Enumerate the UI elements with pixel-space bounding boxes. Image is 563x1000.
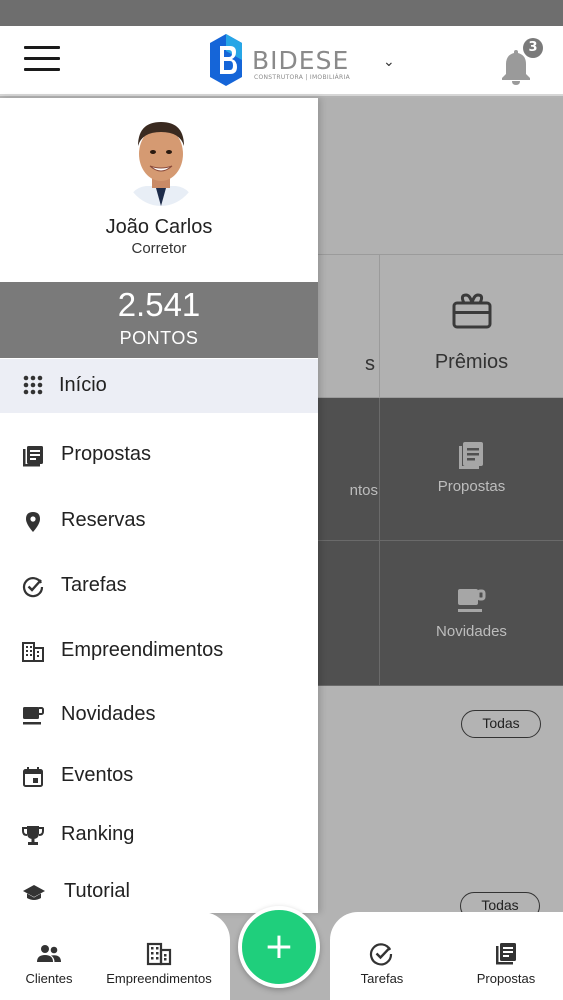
grid-icon [23, 375, 43, 395]
gift-card-icon [452, 293, 492, 329]
menu-item-label: Início [59, 374, 107, 396]
menu-item-inicio[interactable]: Início [0, 359, 318, 413]
user-profile: João Carlos Corretor [0, 98, 318, 282]
bottom-nav-left: Clientes Empreendimentos [0, 912, 230, 1000]
bottom-nav-clientes[interactable]: Clientes [8, 912, 90, 1000]
menu-hamburger-button[interactable] [24, 46, 60, 72]
tile-premios-label: Prêmios [434, 351, 509, 373]
bottom-nav-label: Clientes [25, 971, 73, 986]
coffee-cup-icon [23, 707, 44, 725]
dashboard-banner [318, 98, 563, 255]
dashboard-tile-premios[interactable]: Prêmios [380, 255, 563, 398]
calendar-icon [23, 767, 43, 787]
notification-count-badge: 3 [523, 38, 543, 58]
coffee-cup-icon [458, 589, 486, 612]
list-icon [459, 442, 483, 469]
add-button[interactable]: + [238, 906, 320, 988]
dashboard-tile-propostas[interactable]: Propostas [380, 398, 563, 541]
tile-propostas-label: Propostas [437, 478, 506, 495]
bottom-nav-right: Tarefas Propostas [330, 912, 563, 1000]
app-header: BIDESE CONSTRUTORA | IMOBILIÁRIA ⌄ 3 [0, 26, 563, 96]
location-pin-icon [26, 512, 40, 532]
menu-item-label: Ranking [61, 823, 135, 845]
dashboard-tile-2[interactable]: ntos [318, 398, 380, 541]
bottom-nav-propostas[interactable]: Propostas [464, 912, 548, 1000]
menu-item-label: Novidades [61, 703, 156, 725]
bottom-nav-tarefas[interactable]: Tarefas [340, 912, 424, 1000]
menu-item-label: Reservas [61, 509, 146, 531]
user-name: João Carlos [105, 216, 213, 238]
people-icon [37, 945, 61, 962]
tile-novidades-label: Novidades [436, 623, 507, 640]
brand-tagline: CONSTRUTORA | IMOBILIÁRIA [254, 74, 351, 81]
trophy-icon [22, 826, 44, 845]
building-icon [146, 942, 172, 966]
menu-item-ranking[interactable]: Ranking [0, 809, 318, 863]
bottom-nav-label: Empreendimentos [106, 971, 212, 986]
plus-icon: + [263, 926, 295, 967]
points-value: 2.541 [117, 286, 201, 323]
graduation-cap-icon [23, 885, 45, 900]
bottom-nav-empreendimentos[interactable]: Empreendimentos [100, 912, 218, 1000]
user-role: Corretor [131, 240, 187, 257]
menu-item-propostas[interactable]: Propostas [0, 429, 318, 483]
points-panel: 2.541 PONTOS [0, 282, 318, 358]
dashboard-tile-3[interactable] [318, 541, 380, 686]
menu-item-empreendimentos[interactable]: Empreendimentos [0, 625, 318, 679]
chevron-down-icon[interactable]: ⌄ [383, 54, 395, 70]
check-circle-icon [22, 577, 44, 598]
bottom-nav-label: Propostas [476, 971, 536, 986]
list-icon [23, 446, 43, 467]
status-bar [0, 0, 563, 26]
menu-item-tarefas[interactable]: Tarefas [0, 560, 318, 614]
menu-item-label: Propostas [61, 443, 152, 465]
brand-logo: BIDESE CONSTRUTORA | IMOBILIÁRIA [206, 32, 366, 90]
dashboard-tile-1[interactable]: s [318, 255, 380, 398]
logo-mark-icon [210, 34, 242, 86]
dashboard-background: s Prêmios ntos Propostas Novidades Todas… [318, 98, 563, 920]
bottom-nav-label: Tarefas [360, 971, 404, 986]
navigation-drawer: João Carlos Corretor 2.541 PONTOS Início… [0, 98, 318, 913]
menu-item-novidades[interactable]: Novidades [0, 689, 318, 743]
check-circle-icon [369, 943, 393, 966]
menu-item-label: Tarefas [61, 574, 127, 596]
tile-1-label: s [365, 353, 375, 375]
building-icon [22, 642, 44, 662]
avatar[interactable] [122, 114, 200, 206]
list-icon [496, 943, 516, 965]
brand-name: BIDESE [252, 46, 350, 75]
menu-item-label: Tutorial [64, 880, 130, 902]
menu-item-eventos[interactable]: Eventos [0, 750, 318, 804]
menu-item-label: Eventos [61, 764, 134, 786]
dashboard-tile-novidades[interactable]: Novidades [380, 541, 563, 686]
todas-button[interactable]: Todas [461, 710, 541, 738]
points-label: PONTOS [119, 328, 199, 348]
menu-item-label: Empreendimentos [61, 639, 224, 661]
menu-item-reservas[interactable]: Reservas [0, 495, 318, 549]
